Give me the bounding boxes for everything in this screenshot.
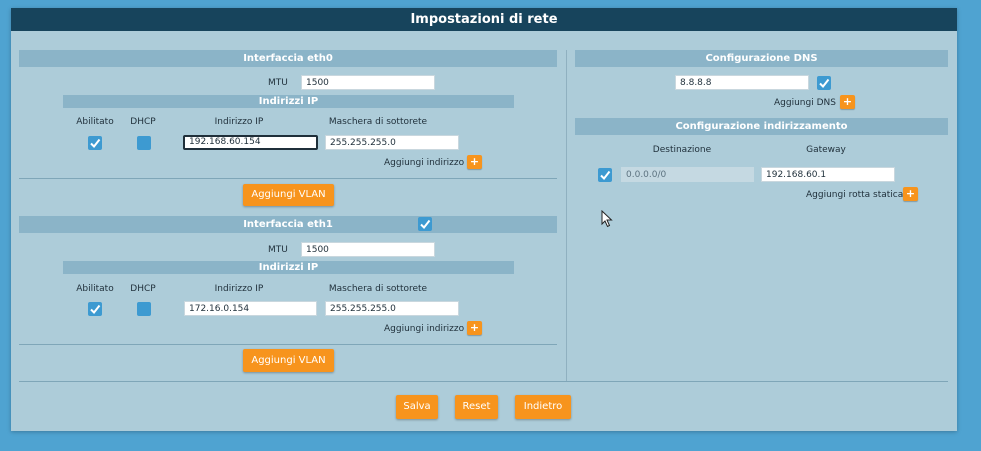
eth1-addresses-header: Indirizzi IP bbox=[63, 261, 514, 274]
dns-server-input[interactable]: 8.8.8.8 bbox=[675, 75, 809, 90]
eth0-enabled-checkbox[interactable] bbox=[88, 136, 102, 150]
add-route-label: Aggiungi rotta statica bbox=[806, 190, 904, 200]
divider bbox=[19, 381, 948, 382]
column-divider bbox=[566, 50, 567, 381]
eth1-add-address-button[interactable]: + bbox=[467, 321, 482, 335]
eth0-add-vlan-button[interactable]: Aggiungi VLAN bbox=[243, 184, 334, 206]
eth1-col-dhcp: DHCP bbox=[130, 284, 156, 294]
eth0-col-enabled: Abilitato bbox=[76, 117, 114, 127]
eth0-col-mask: Maschera di sottorete bbox=[328, 117, 428, 127]
eth0-addresses-header: Indirizzi IP bbox=[63, 95, 514, 108]
eth1-enabled-checkbox[interactable] bbox=[88, 302, 102, 316]
eth1-col-enabled: Abilitato bbox=[76, 284, 114, 294]
check-icon bbox=[819, 78, 830, 89]
eth0-mask-input[interactable]: 255.255.255.0 bbox=[325, 135, 459, 150]
eth1-header: Interfaccia eth1 bbox=[19, 216, 557, 233]
eth1-dhcp-checkbox[interactable] bbox=[137, 302, 151, 316]
divider bbox=[19, 178, 557, 179]
route-gateway-input[interactable]: 192.168.60.1 bbox=[761, 167, 895, 182]
eth0-dhcp-checkbox[interactable] bbox=[137, 136, 151, 150]
eth1-add-vlan-button[interactable]: Aggiungi VLAN bbox=[243, 349, 334, 372]
eth0-add-address-label: Aggiungi indirizzo bbox=[384, 158, 465, 168]
dns-header: Configurazione DNS bbox=[575, 50, 948, 67]
eth1-mtu-label: MTU bbox=[268, 245, 288, 255]
route-enabled-checkbox[interactable] bbox=[598, 168, 612, 182]
check-icon bbox=[600, 170, 611, 181]
back-button[interactable]: Indietro bbox=[515, 395, 571, 419]
dns-enabled-checkbox[interactable] bbox=[817, 76, 831, 90]
eth0-header: Interfaccia eth0 bbox=[19, 50, 557, 67]
check-icon bbox=[90, 304, 101, 315]
routing-col-gateway: Gateway bbox=[806, 145, 846, 155]
eth1-ip-input[interactable]: 172.16.0.154 bbox=[184, 301, 317, 316]
save-button[interactable]: Salva bbox=[396, 395, 438, 419]
eth1-mtu-input[interactable]: 1500 bbox=[301, 242, 435, 257]
check-icon bbox=[420, 219, 431, 230]
reset-button[interactable]: Reset bbox=[455, 395, 498, 419]
check-icon bbox=[90, 138, 101, 149]
eth0-col-dhcp: DHCP bbox=[130, 117, 156, 127]
eth0-ip-input[interactable]: 192.168.60.154 bbox=[183, 135, 318, 150]
routing-header: Configurazione indirizzamento bbox=[575, 118, 948, 135]
eth1-col-mask: Maschera di sottorete bbox=[328, 284, 428, 294]
page-title: Impostazioni di rete bbox=[11, 8, 957, 31]
routing-col-destination: Destinazione bbox=[652, 145, 712, 155]
eth1-header-checkbox[interactable] bbox=[418, 217, 432, 231]
eth1-add-address-label: Aggiungi indirizzo bbox=[384, 324, 465, 334]
add-route-button[interactable]: + bbox=[903, 187, 918, 201]
eth0-col-ip: Indirizzo IP bbox=[214, 117, 264, 127]
mouse-cursor-icon bbox=[601, 210, 613, 228]
route-destination-input[interactable]: 0.0.0.0/0 bbox=[621, 167, 754, 182]
network-settings-panel: Impostazioni di rete Interfaccia eth0 MT… bbox=[11, 8, 957, 431]
divider bbox=[19, 344, 557, 345]
eth0-mtu-input[interactable]: 1500 bbox=[301, 75, 435, 90]
eth1-mask-input[interactable]: 255.255.255.0 bbox=[325, 301, 459, 316]
eth0-mtu-label: MTU bbox=[268, 78, 288, 88]
eth0-add-address-button[interactable]: + bbox=[467, 155, 482, 169]
eth1-col-ip: Indirizzo IP bbox=[214, 284, 264, 294]
add-dns-button[interactable]: + bbox=[840, 95, 855, 109]
add-dns-label: Aggiungi DNS bbox=[774, 98, 836, 108]
